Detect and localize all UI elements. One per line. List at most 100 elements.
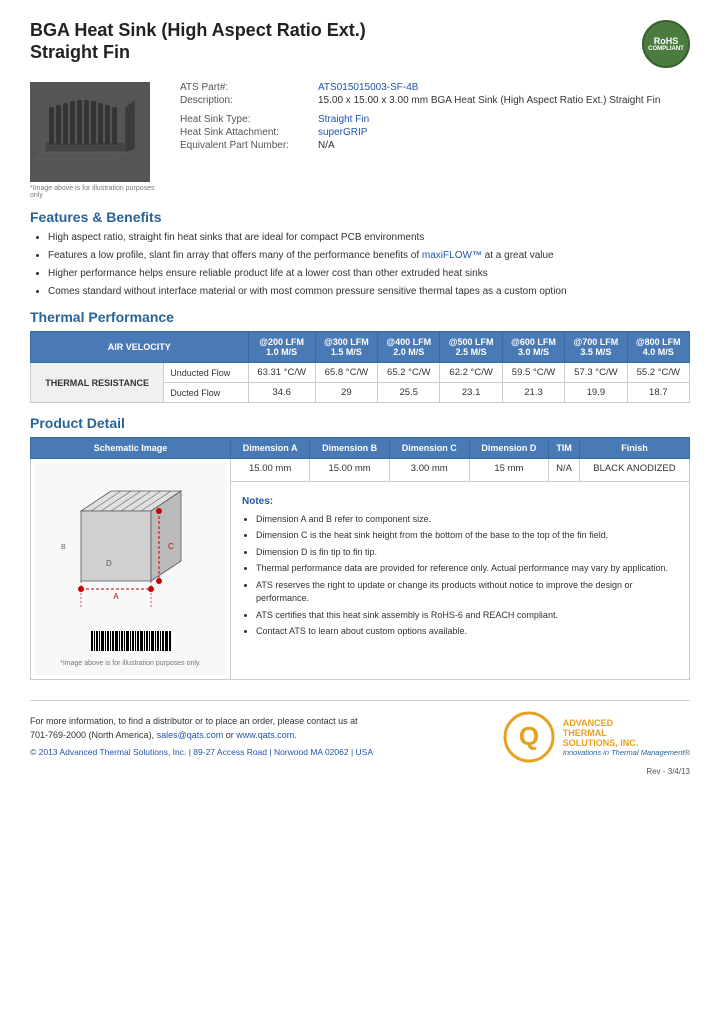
unducted-600: 59.5 °C/W: [502, 363, 564, 383]
unducted-400: 65.2 °C/W: [378, 363, 440, 383]
unducted-row: THERMAL RESISTANCE Unducted Flow 63.31 °…: [31, 363, 690, 383]
barcode-svg: [91, 631, 171, 656]
product-detail-table: Schematic Image Dimension A Dimension B …: [30, 437, 690, 680]
notes-list: Dimension A and B refer to component siz…: [242, 513, 678, 639]
tim-value: N/A: [549, 459, 580, 482]
product-image-area: *Image above is for illustration purpose…: [30, 82, 160, 199]
unducted-700: 57.3 °C/W: [565, 363, 627, 383]
dim-a-header: Dimension A: [231, 438, 310, 459]
title-line2: Straight Fin: [30, 42, 366, 64]
col-600: @600 LFM3.0 M/S: [502, 332, 564, 363]
col-400: @400 LFM2.0 M/S: [378, 332, 440, 363]
note-1: Dimension A and B refer to component siz…: [256, 513, 678, 527]
feature-item-1: High aspect ratio, straight fin heat sin…: [48, 231, 690, 245]
equiv-part-label: Equivalent Part Number:: [180, 140, 310, 151]
heat-sink-type-label: Heat Sink Type:: [180, 114, 310, 125]
ducted-800: 18.7: [627, 383, 689, 403]
dim-b-header: Dimension B: [310, 438, 390, 459]
dim-d-header: Dimension D: [469, 438, 549, 459]
ducted-300: 29: [315, 383, 377, 403]
col-300: @300 LFM1.5 M/S: [315, 332, 377, 363]
svg-text:C: C: [168, 542, 174, 551]
specs-grid-2: Heat Sink Type: Straight Fin Heat Sink A…: [180, 114, 690, 151]
dim-b-value: 15.00 mm: [310, 459, 390, 482]
product-specs: ATS Part#: ATS015015003-SF-4B Descriptio…: [180, 82, 690, 199]
ats-name3: SOLUTIONS, INC.: [563, 738, 690, 748]
footer: For more information, to find a distribu…: [30, 700, 690, 763]
schematic-header: Schematic Image: [31, 438, 231, 459]
product-detail-title: Product Detail: [30, 415, 690, 431]
notes-area: Notes: Dimension A and B refer to compon…: [234, 486, 686, 650]
image-caption: *Image above is for illustration purpose…: [30, 185, 160, 199]
svg-text:D: D: [106, 559, 112, 568]
product-info-section: *Image above is for illustration purpose…: [30, 82, 690, 199]
note-3: Dimension D is fin tip to fin tip.: [256, 546, 678, 560]
equiv-part-value: N/A: [318, 140, 690, 151]
features-list: High aspect ratio, straight fin heat sin…: [30, 231, 690, 299]
ducted-label: Ducted Flow: [164, 383, 248, 403]
title-line1: BGA Heat Sink (High Aspect Ratio Ext.): [30, 20, 366, 42]
note-5: ATS reserves the right to update or chan…: [256, 579, 678, 606]
dimensions-row: A C D B: [31, 459, 690, 482]
dim-d-value: 15 mm: [469, 459, 549, 482]
part-label: ATS Part#:: [180, 82, 310, 93]
ducted-600: 21.3: [502, 383, 564, 403]
unducted-800: 55.2 °C/W: [627, 363, 689, 383]
description-value: 15.00 x 15.00 x 3.00 mm BGA Heat Sink (H…: [318, 95, 690, 106]
ats-tagline: Innovations in Thermal Management®: [563, 748, 690, 757]
footer-left: For more information, to find a distribu…: [30, 715, 373, 759]
features-title: Features & Benefits: [30, 209, 690, 225]
ducted-700: 19.9: [565, 383, 627, 403]
col-500: @500 LFM2.5 M/S: [440, 332, 502, 363]
feature-item-3: Higher performance helps ensure reliable…: [48, 267, 690, 281]
unducted-label: Unducted Flow: [164, 363, 248, 383]
thermal-table: AIR VELOCITY @200 LFM1.0 M/S @300 LFM1.5…: [30, 331, 690, 403]
ducted-400: 25.5: [378, 383, 440, 403]
heat-sink-image: [35, 87, 145, 177]
svg-text:Q: Q: [519, 721, 539, 751]
feature-item-4: Comes standard without interface materia…: [48, 285, 690, 299]
col-200: @200 LFM1.0 M/S: [248, 332, 315, 363]
schematic-image-cell: A C D B: [31, 459, 231, 680]
col-700: @700 LFM3.5 M/S: [565, 332, 627, 363]
unducted-300: 65.8 °C/W: [315, 363, 377, 383]
dim-c-header: Dimension C: [389, 438, 469, 459]
svg-text:A: A: [113, 592, 119, 601]
ducted-500: 23.1: [440, 383, 502, 403]
part-number: ATS015015003-SF-4B: [318, 82, 690, 93]
thermal-resistance-label: THERMAL RESISTANCE: [31, 363, 164, 403]
note-7: Contact ATS to learn about custom option…: [256, 625, 678, 639]
schematic-caption: *Image above is for illustration purpose…: [60, 660, 201, 667]
schematic-img-area: A C D B: [34, 463, 227, 675]
ats-name2: THERMAL: [563, 728, 690, 738]
notes-title: Notes:: [242, 494, 678, 509]
footer-website[interactable]: www.qats.com.: [236, 730, 297, 740]
note-4: Thermal performance data are provided fo…: [256, 562, 678, 576]
ats-logo-area: Q ADVANCED THERMAL SOLUTIONS, INC. Innov…: [503, 711, 690, 763]
schematic-svg: A C D B: [51, 471, 211, 631]
product-image-box: [30, 82, 150, 182]
feature-item-2: Features a low profile, slant fin array …: [48, 249, 690, 263]
maxiflow-link: maxiFLOW™: [422, 250, 482, 261]
unducted-200: 63.31 °C/W: [248, 363, 315, 383]
unducted-500: 62.2 °C/W: [440, 363, 502, 383]
footer-copyright: © 2013 Advanced Thermal Solutions, Inc. …: [30, 746, 373, 759]
heat-sink-type: Straight Fin: [318, 114, 690, 125]
rohs-compliant: COMPLIANT: [648, 46, 684, 52]
dim-c-value: 3.00 mm: [389, 459, 469, 482]
rohs-text: RoHS: [654, 36, 679, 46]
footer-or: or: [226, 730, 234, 740]
attachment-label: Heat Sink Attachment:: [180, 127, 310, 138]
dim-a-value: 15.00 mm: [231, 459, 310, 482]
specs-grid: ATS Part#: ATS015015003-SF-4B Descriptio…: [180, 82, 690, 106]
tim-header: TIM: [549, 438, 580, 459]
rohs-badge: RoHS COMPLIANT: [642, 20, 690, 68]
ats-q-logo: Q: [503, 711, 555, 763]
note-2: Dimension C is the heat sink height from…: [256, 529, 678, 543]
ats-text: ADVANCED THERMAL SOLUTIONS, INC. Innovat…: [563, 718, 690, 757]
page-number: Rev - 3/4/13: [30, 767, 690, 776]
footer-email[interactable]: sales@qats.com: [157, 730, 224, 740]
footer-contact: For more information, to find a distribu…: [30, 715, 373, 742]
notes-cell: Notes: Dimension A and B refer to compon…: [231, 481, 690, 679]
col-800: @800 LFM4.0 M/S: [627, 332, 689, 363]
